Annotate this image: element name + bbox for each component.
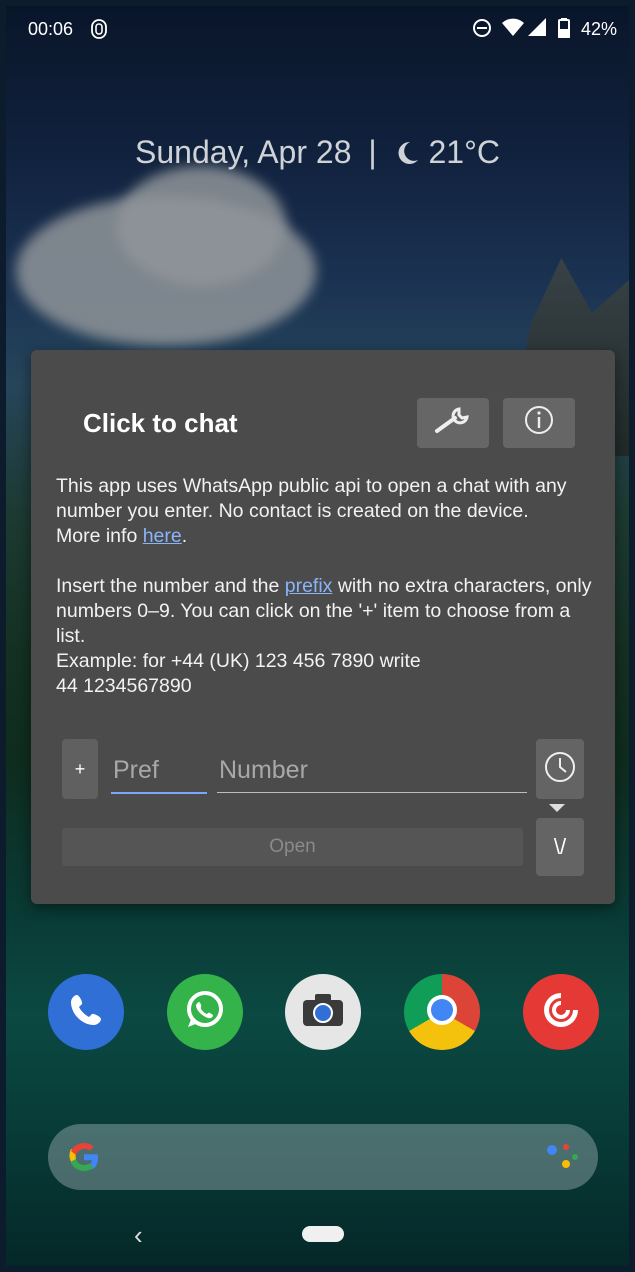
battery-percent: 42% bbox=[580, 19, 617, 39]
status-time: 00:06 bbox=[28, 19, 74, 39]
example-line-2: 44 1234567890 bbox=[56, 675, 192, 697]
google-g-icon bbox=[66, 1139, 102, 1180]
dialog-title: Click to chat bbox=[83, 408, 238, 438]
pocketcasts-icon bbox=[538, 987, 584, 1038]
camera-icon bbox=[301, 992, 345, 1033]
moon-icon bbox=[394, 134, 429, 170]
wrench-icon bbox=[433, 405, 473, 442]
phone-icon bbox=[67, 991, 105, 1034]
more-info-prefix: More info bbox=[56, 525, 143, 547]
app-dock bbox=[6, 974, 629, 1054]
pocketcasts-app[interactable] bbox=[523, 974, 599, 1050]
click-to-chat-dialog: Click to chat This app uses WhatsApp pub… bbox=[31, 350, 615, 904]
navigation-bar: ‹ bbox=[6, 1206, 629, 1266]
signal-icon bbox=[528, 18, 546, 41]
clock-icon bbox=[543, 750, 577, 789]
home-button[interactable] bbox=[302, 1226, 344, 1242]
instructions-text: Insert the number and the bbox=[56, 575, 285, 597]
at-a-glance-widget[interactable]: Sunday, Apr 28 | 21°C bbox=[6, 134, 629, 171]
info-button[interactable] bbox=[503, 398, 575, 448]
back-button[interactable]: ‹ bbox=[134, 1220, 143, 1251]
battery-icon bbox=[558, 18, 570, 43]
camera-app[interactable] bbox=[285, 974, 361, 1050]
more-info-link[interactable]: here bbox=[143, 525, 182, 547]
description-text: This app uses WhatsApp public api to ope… bbox=[56, 475, 567, 522]
number-input[interactable] bbox=[217, 748, 527, 793]
home-screen: 00:06 42% Sunday, Apr 28 | 21°C Click to… bbox=[6, 6, 629, 1266]
whatsapp-app[interactable] bbox=[167, 974, 243, 1050]
wifi-icon bbox=[502, 18, 524, 41]
prefix-list-button[interactable]: + bbox=[62, 739, 98, 799]
settings-button[interactable] bbox=[417, 398, 489, 448]
info-icon bbox=[523, 404, 555, 443]
dropdown-arrow-icon bbox=[549, 804, 565, 812]
status-bar: 00:06 42% bbox=[6, 6, 629, 54]
chrome-app[interactable] bbox=[404, 974, 480, 1050]
google-search-bar[interactable] bbox=[48, 1124, 598, 1190]
chrome-icon bbox=[424, 992, 460, 1033]
example-line-1: Example: for +44 (UK) 123 456 7890 write bbox=[56, 650, 421, 672]
dialog-description: This app uses WhatsApp public api to ope… bbox=[56, 474, 596, 699]
assistant-icon[interactable] bbox=[546, 1142, 580, 1177]
glance-temperature: 21°C bbox=[428, 134, 500, 170]
glance-date: Sunday, Apr 28 bbox=[135, 134, 352, 170]
prefix-link[interactable]: prefix bbox=[285, 575, 333, 597]
more-options-button[interactable]: \/ bbox=[536, 818, 584, 876]
dnd-icon bbox=[472, 18, 492, 43]
more-info-suffix: . bbox=[181, 525, 188, 547]
prefix-input[interactable] bbox=[111, 748, 207, 794]
open-button[interactable]: Open bbox=[62, 828, 523, 866]
fingerprint-icon bbox=[90, 18, 108, 45]
glance-separator: | bbox=[368, 134, 377, 170]
history-button[interactable] bbox=[536, 739, 584, 799]
phone-app[interactable] bbox=[48, 974, 124, 1050]
whatsapp-icon bbox=[182, 987, 228, 1038]
